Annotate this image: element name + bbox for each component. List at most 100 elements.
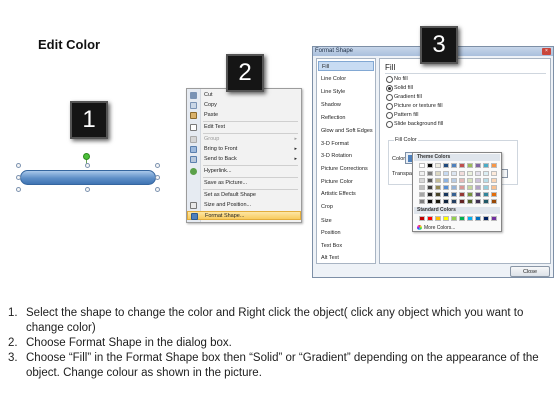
menu-item-paste[interactable]: Paste xyxy=(187,111,301,120)
menu-item-copy[interactable]: Copy xyxy=(187,101,301,110)
resize-handle-tl[interactable] xyxy=(16,163,21,168)
nav-item-size[interactable]: Size xyxy=(318,216,374,226)
standard-color-swatch[interactable] xyxy=(483,216,489,221)
more-colors-item[interactable]: More Colors... xyxy=(417,225,455,231)
theme-shade-swatch[interactable] xyxy=(491,178,497,183)
theme-shade-swatch[interactable] xyxy=(451,178,457,183)
standard-color-swatch[interactable] xyxy=(435,216,441,221)
menu-item-format-shape[interactable]: Format Shape... xyxy=(187,211,301,220)
theme-shade-swatch[interactable] xyxy=(419,192,425,197)
theme-shade-swatch[interactable] xyxy=(427,171,433,176)
standard-color-swatch[interactable] xyxy=(459,216,465,221)
theme-shade-swatch[interactable] xyxy=(491,199,497,204)
theme-color-swatch[interactable] xyxy=(427,163,433,168)
resize-handle-br[interactable] xyxy=(155,187,160,192)
theme-color-swatch[interactable] xyxy=(475,163,481,168)
nav-item-alt-text[interactable]: Alt Text xyxy=(318,253,374,263)
theme-shade-swatch[interactable] xyxy=(467,185,473,190)
theme-shade-swatch[interactable] xyxy=(443,185,449,190)
theme-shade-swatch[interactable] xyxy=(483,178,489,183)
resize-handle-b[interactable] xyxy=(85,187,90,192)
radio-pattern-fill[interactable]: Pattern fill xyxy=(386,111,418,119)
theme-shade-swatch[interactable] xyxy=(427,192,433,197)
theme-shade-swatch[interactable] xyxy=(483,171,489,176)
theme-color-swatch[interactable] xyxy=(491,163,497,168)
radio-slide-background-fill[interactable]: Slide background fill xyxy=(386,120,443,128)
menu-item-group[interactable]: Group ▸ xyxy=(187,135,301,144)
nav-item-text-box[interactable]: Text Box xyxy=(318,241,374,251)
nav-item-picture-color[interactable]: Picture Color xyxy=(318,177,374,187)
theme-shade-swatch[interactable] xyxy=(419,185,425,190)
nav-item-artistic-effects[interactable]: Artistic Effects xyxy=(318,189,374,199)
theme-shade-swatch[interactable] xyxy=(483,192,489,197)
nav-item-crop[interactable]: Crop xyxy=(318,202,374,212)
theme-shade-swatch[interactable] xyxy=(459,192,465,197)
theme-shade-swatch[interactable] xyxy=(427,199,433,204)
standard-color-swatch[interactable] xyxy=(467,216,473,221)
nav-item-position[interactable]: Position xyxy=(318,228,374,238)
nav-item-line-style[interactable]: Line Style xyxy=(318,87,374,97)
theme-shade-swatch[interactable] xyxy=(435,185,441,190)
theme-color-swatch[interactable] xyxy=(483,163,489,168)
nav-item-picture-corrections[interactable]: Picture Corrections xyxy=(318,164,374,174)
standard-color-swatch[interactable] xyxy=(443,216,449,221)
close-icon[interactable]: × xyxy=(542,48,551,55)
selected-shape[interactable] xyxy=(16,153,160,192)
radio-no-fill[interactable]: No fill xyxy=(386,75,408,83)
theme-shade-swatch[interactable] xyxy=(491,185,497,190)
nav-item-3d-rotation[interactable]: 3-D Rotation xyxy=(318,151,374,161)
theme-shade-swatch[interactable] xyxy=(491,171,497,176)
theme-shade-swatch[interactable] xyxy=(467,199,473,204)
theme-shade-swatch[interactable] xyxy=(435,199,441,204)
theme-shade-swatch[interactable] xyxy=(475,185,481,190)
rounded-rectangle-shape[interactable] xyxy=(20,170,156,185)
theme-shade-swatch[interactable] xyxy=(483,185,489,190)
resize-handle-l[interactable] xyxy=(16,175,21,180)
resize-handle-bl[interactable] xyxy=(16,187,21,192)
menu-item-send-to-back[interactable]: Send to Back ▸ xyxy=(187,155,301,164)
theme-shade-swatch[interactable] xyxy=(459,199,465,204)
radio-picture-fill[interactable]: Picture or texture fill xyxy=(386,102,443,110)
standard-color-swatch[interactable] xyxy=(475,216,481,221)
radio-gradient-fill[interactable]: Gradient fill xyxy=(386,93,422,101)
theme-shade-swatch[interactable] xyxy=(451,171,457,176)
theme-shade-swatch[interactable] xyxy=(467,171,473,176)
theme-shade-swatch[interactable] xyxy=(443,178,449,183)
theme-shade-swatch[interactable] xyxy=(475,199,481,204)
theme-shade-swatch[interactable] xyxy=(467,192,473,197)
theme-color-swatch[interactable] xyxy=(459,163,465,168)
theme-shade-swatch[interactable] xyxy=(427,185,433,190)
menu-item-set-default-shape[interactable]: Set as Default Shape xyxy=(187,191,301,200)
theme-shade-swatch[interactable] xyxy=(459,185,465,190)
theme-color-swatch[interactable] xyxy=(419,163,425,168)
theme-shade-swatch[interactable] xyxy=(451,185,457,190)
menu-item-cut[interactable]: Cut xyxy=(187,91,301,100)
theme-color-swatch[interactable] xyxy=(467,163,473,168)
resize-handle-tr[interactable] xyxy=(155,163,160,168)
nav-item-reflection[interactable]: Reflection xyxy=(318,113,374,123)
theme-shade-swatch[interactable] xyxy=(435,178,441,183)
nav-item-shadow[interactable]: Shadow xyxy=(318,100,374,110)
theme-color-swatch[interactable] xyxy=(443,163,449,168)
theme-shade-swatch[interactable] xyxy=(451,192,457,197)
menu-item-bring-to-front[interactable]: Bring to Front ▸ xyxy=(187,145,301,154)
resize-handle-t[interactable] xyxy=(85,163,90,168)
standard-color-swatch[interactable] xyxy=(427,216,433,221)
menu-item-edit-text[interactable]: Edit Text xyxy=(187,123,301,132)
theme-shade-swatch[interactable] xyxy=(443,171,449,176)
resize-handle-r[interactable] xyxy=(155,175,160,180)
theme-shade-swatch[interactable] xyxy=(491,192,497,197)
theme-shade-swatch[interactable] xyxy=(435,171,441,176)
theme-shade-swatch[interactable] xyxy=(459,178,465,183)
nav-item-fill[interactable]: Fill xyxy=(318,61,374,71)
theme-shade-swatch[interactable] xyxy=(427,178,433,183)
standard-color-swatch[interactable] xyxy=(419,216,425,221)
menu-item-save-as-picture[interactable]: Save as Picture... xyxy=(187,179,301,188)
theme-shade-swatch[interactable] xyxy=(419,178,425,183)
menu-item-hyperlink[interactable]: Hyperlink... xyxy=(187,167,301,176)
rotation-handle[interactable] xyxy=(83,153,90,160)
nav-item-3d-format[interactable]: 3-D Format xyxy=(318,139,374,149)
nav-item-line-color[interactable]: Line Color xyxy=(318,74,374,84)
close-button[interactable]: Close xyxy=(510,266,550,277)
theme-shade-swatch[interactable] xyxy=(435,192,441,197)
